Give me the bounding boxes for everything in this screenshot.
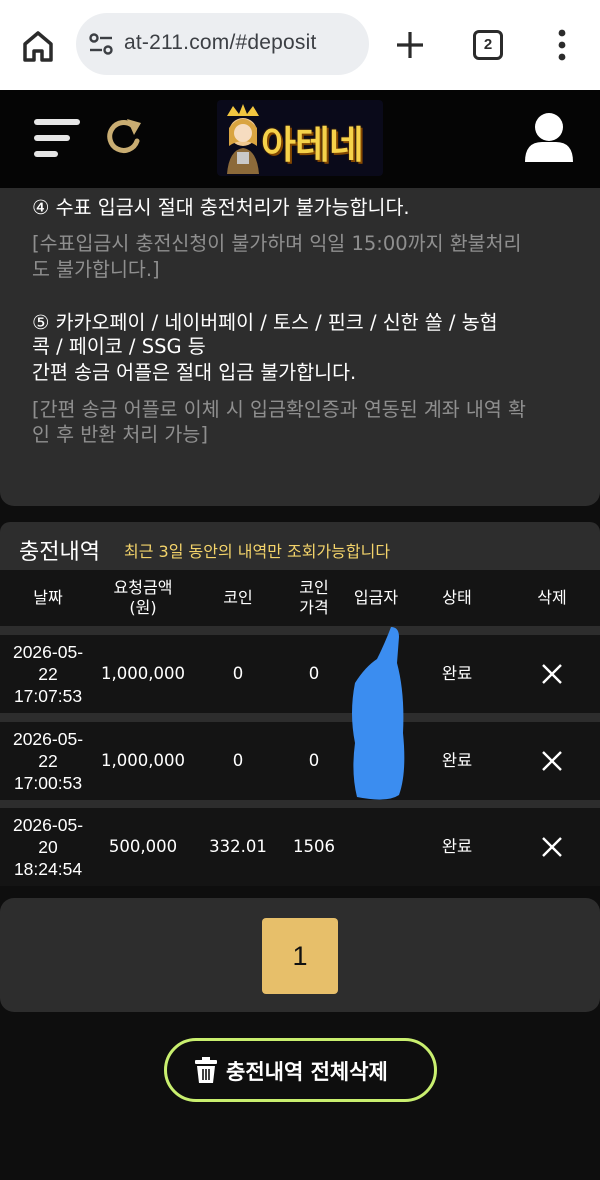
table-row: 2026-05- 20 18:24:54 500,000 332.01 1506…: [0, 808, 600, 886]
charge-history-panel: 충전내역 최근 3일 동안의 내역만 조회가능합니다 날짜 요청금액 (원) 코…: [0, 522, 600, 886]
notice-item5-detail: [간편 송금 어플로 이체 시 입금확인증과 연동된 계좌 내역 확: [32, 398, 526, 421]
pagination: 1: [0, 898, 600, 1012]
more-menu-icon[interactable]: [548, 26, 576, 64]
delete-row-icon[interactable]: [541, 836, 563, 858]
user-account-icon[interactable]: [522, 112, 576, 164]
history-note: 최근 3일 동안의 내역만 조회가능합니다: [124, 542, 391, 561]
row-coin-price: 0: [308, 751, 320, 770]
notice-item4-detail: [수표입금시 충전신청이 불가하며 익일 15:00까지 환불처리: [32, 232, 522, 255]
notice-item4-title: ④ 수표 입금시 절대 충전처리가 불가능합니다.: [32, 196, 410, 219]
row-depositor: [344, 808, 408, 886]
row-coin-price: 1506: [293, 837, 335, 856]
logo-text: 아테네: [261, 123, 364, 167]
site-logo[interactable]: 아테네: [217, 100, 383, 176]
column-header-status: 상태: [442, 588, 472, 607]
table-row: 2026-05- 22 17:07:53 1,000,000 0 0 완료: [0, 635, 600, 713]
home-icon[interactable]: [18, 26, 58, 66]
history-title: 충전내역: [19, 540, 100, 565]
column-header-coin: 코인: [223, 588, 253, 607]
column-header-coin-price: 코인 가격: [299, 578, 329, 617]
browser-toolbar: at-211.com/#deposit 2: [0, 0, 600, 90]
row-date: 2026-05- 22 17:00:53: [12, 729, 84, 793]
table-row: 2026-05- 22 17:00:53 1,000,000 0 0 완료: [0, 722, 600, 800]
notice-item5-warning: 간편 송금 어플은 절대 입금 불가합니다.: [32, 361, 357, 384]
row-status: 완료: [441, 664, 473, 683]
site-header: 아테네: [0, 90, 600, 188]
tab-switcher-button[interactable]: 2: [473, 30, 503, 60]
site-settings-icon[interactable]: [88, 32, 114, 56]
row-date: 2026-05- 20 18:24:54: [12, 815, 84, 879]
delete-all-history-button[interactable]: 충전내역 전체삭제: [164, 1038, 437, 1102]
notice-item5-title: 콕 / 페이코 / SSG 등: [32, 335, 206, 358]
delete-row-icon[interactable]: [541, 663, 563, 685]
row-amount: 1,000,000: [101, 751, 185, 770]
row-date: 2026-05- 22 17:07:53: [12, 642, 84, 706]
column-header-depositor: 입금자: [353, 588, 399, 607]
table-header: 날짜 요청금액 (원) 코인 코인 가격 입금자 상태 삭제: [0, 570, 600, 626]
delete-row-icon[interactable]: [541, 750, 563, 772]
notice-item5-title: ⑤ 카카오페이 / 네이버페이 / 토스 / 핀크 / 신한 쏠 / 농협: [32, 311, 498, 334]
row-coin: 332.01: [209, 837, 267, 856]
page-button-current[interactable]: 1: [262, 918, 338, 994]
row-amount: 1,000,000: [101, 664, 185, 683]
column-header-delete: 삭제: [537, 588, 567, 607]
url-text: at-211.com/#deposit: [124, 31, 317, 54]
address-bar[interactable]: at-211.com/#deposit: [76, 13, 369, 75]
trash-icon: [195, 1057, 217, 1083]
column-header-date: 날짜: [33, 588, 63, 607]
notice-item5-detail: 인 후 반환 처리 가능]: [32, 423, 208, 446]
logo-emblem-icon: [227, 104, 259, 174]
deposit-notice-card: ④ 수표 입금시 절대 충전처리가 불가능합니다. [수표입금시 충전신청이 불…: [0, 188, 600, 506]
row-coin-price: 0: [308, 664, 320, 683]
row-coin: 0: [232, 664, 244, 683]
row-status: 완료: [441, 751, 473, 770]
column-header-amount: 요청금액 (원): [113, 578, 173, 617]
row-coin: 0: [232, 751, 244, 770]
refresh-icon[interactable]: [103, 115, 145, 159]
new-tab-icon[interactable]: [393, 28, 427, 62]
hamburger-menu-icon[interactable]: [33, 117, 81, 159]
row-status: 완료: [441, 837, 473, 856]
delete-all-label: 충전내역 전체삭제: [226, 1060, 388, 1084]
redaction-scribble: [352, 627, 405, 800]
notice-item4-detail: 도 불가합니다.]: [32, 258, 160, 281]
row-amount: 500,000: [108, 837, 178, 856]
